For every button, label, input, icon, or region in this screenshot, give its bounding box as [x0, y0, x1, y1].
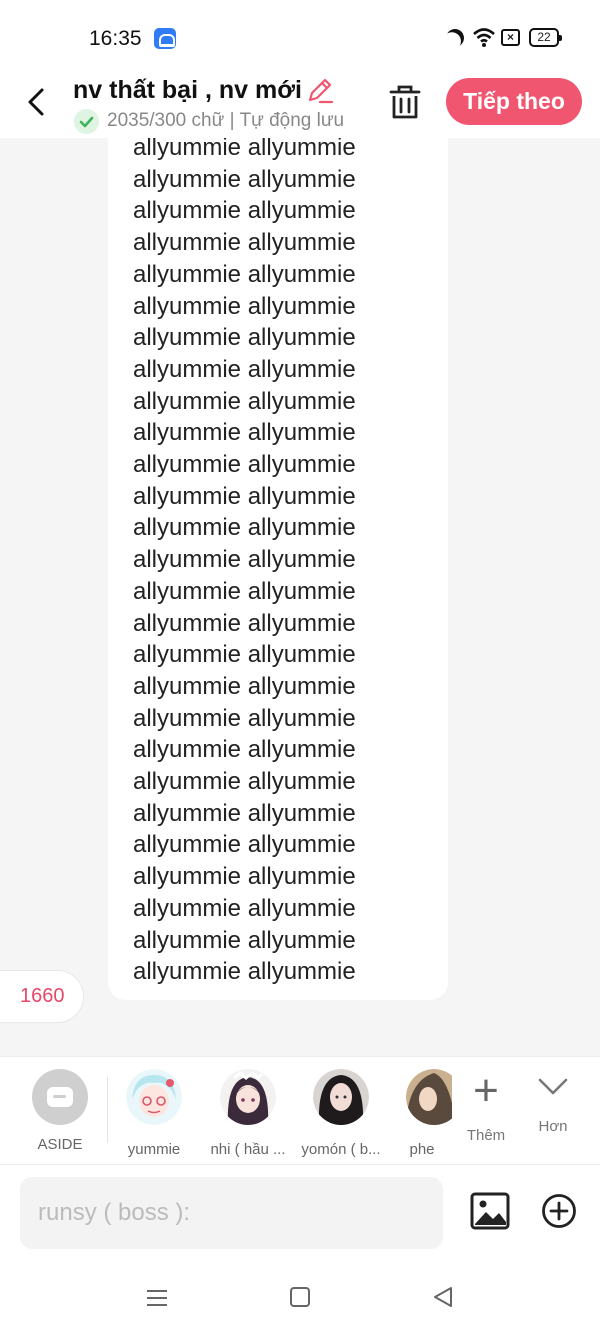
character-yummie[interactable]: yummie	[109, 1069, 199, 1158]
message-line: allyummie allyummie	[133, 704, 356, 732]
divider	[107, 1077, 108, 1143]
message-line: allyummie allyummie	[133, 831, 356, 859]
message-line: allyummie allyummie	[133, 260, 356, 288]
message-line: allyummie allyummie	[133, 609, 356, 637]
message-line: allyummie allyummie	[133, 672, 356, 700]
message-input[interactable]: runsy ( boss ):	[20, 1177, 443, 1249]
chevron-down-icon	[538, 1078, 568, 1095]
message-line: allyummie allyummie	[133, 863, 356, 891]
aside-icon	[32, 1069, 88, 1125]
character-bar: ASIDE yummie nhi ( hầu ... yomón (b... …	[0, 1056, 600, 1164]
plus-icon: +	[473, 1066, 499, 1115]
message-line: allyummie allyummie	[133, 736, 356, 764]
image-button[interactable]	[470, 1192, 510, 1230]
message-card[interactable]: allyummie allyummie allyummie allyummie al…	[108, 138, 448, 1000]
message-text: allyummie allyummie allyummie allyummie al…	[133, 138, 356, 988]
message-line: allyummie allyummie	[133, 324, 356, 352]
edit-title-icon[interactable]	[304, 76, 334, 106]
counter-badge[interactable]: 1660	[0, 970, 84, 1023]
message-line: allyummie allyummie	[133, 197, 356, 225]
more-characters-label: Hơn	[538, 1118, 568, 1135]
add-button[interactable]	[541, 1193, 577, 1229]
message-line: allyummie allyummie	[133, 894, 356, 922]
message-line: allyummie allyummie	[133, 514, 356, 542]
character-nhi[interactable]: nhi ( hầu ...	[203, 1069, 293, 1158]
message-line: allyummie allyummie	[133, 546, 356, 574]
recent-apps-button[interactable]	[146, 1288, 168, 1308]
character-yomon[interactable]: yomón ( b...	[296, 1069, 386, 1158]
character-name: yummie	[127, 1141, 181, 1158]
message-line: allyummie allyummie	[133, 926, 356, 954]
saved-check-icon	[74, 109, 99, 134]
message-line: allyummie allyummie	[133, 641, 356, 669]
home-button[interactable]	[290, 1287, 310, 1307]
editor-header: nv thất bại , nv mới 2035/300 chữ | Tự đ…	[0, 76, 600, 138]
character-name: ASIDE	[37, 1136, 83, 1153]
character-name: nhi ( hầu ...	[210, 1141, 286, 1158]
message-line: allyummie allyummie	[133, 451, 356, 479]
avatar	[126, 1069, 182, 1125]
message-line: allyummie allyummie	[133, 387, 356, 415]
status-bar: 16:35 × 22	[0, 0, 600, 76]
add-character-label: Thêm	[466, 1127, 506, 1144]
delete-button[interactable]	[386, 82, 424, 122]
back-button[interactable]	[20, 84, 56, 120]
page-title[interactable]: nv thất bại , nv mới	[73, 76, 302, 105]
character-name: phe	[409, 1141, 435, 1158]
word-count-status: 2035/300 chữ | Tự động lưu	[107, 110, 345, 131]
message-line: allyummie allyummie	[133, 768, 356, 796]
message-line: allyummie allyummie	[133, 577, 356, 605]
message-line: allyummie allyummie	[133, 958, 356, 986]
message-line: allyummie allyummie	[133, 419, 356, 447]
message-line: allyummie allyummie	[133, 138, 356, 161]
character-phe[interactable]: phe	[392, 1069, 452, 1158]
message-line: allyummie allyummie	[133, 799, 356, 827]
avatar	[406, 1069, 452, 1125]
next-button[interactable]: Tiếp theo	[446, 78, 582, 125]
app-notification-icon	[154, 28, 176, 49]
wifi-icon	[473, 28, 495, 47]
do-not-disturb-icon	[443, 26, 466, 49]
message-line: allyummie allyummie	[133, 165, 356, 193]
character-name: yomón ( b...	[301, 1141, 381, 1158]
message-line: allyummie allyummie	[133, 482, 356, 510]
status-time: 16:35	[89, 27, 142, 50]
input-area: runsy ( boss ):	[0, 1164, 600, 1264]
add-character-button[interactable]: + Thêm	[456, 1066, 516, 1145]
more-characters-button[interactable]: Hơn	[524, 1071, 582, 1135]
back-nav-button[interactable]	[432, 1286, 454, 1308]
battery-icon: 22	[529, 28, 562, 47]
avatar	[313, 1069, 369, 1125]
message-line: allyummie allyummie	[133, 292, 356, 320]
message-line: allyummie allyummie	[133, 355, 356, 383]
no-sim-icon: ×	[501, 29, 520, 46]
avatar	[220, 1069, 276, 1125]
character-aside[interactable]: ASIDE	[15, 1069, 105, 1153]
message-line: allyummie allyummie	[133, 229, 356, 257]
system-nav-bar	[0, 1264, 600, 1333]
